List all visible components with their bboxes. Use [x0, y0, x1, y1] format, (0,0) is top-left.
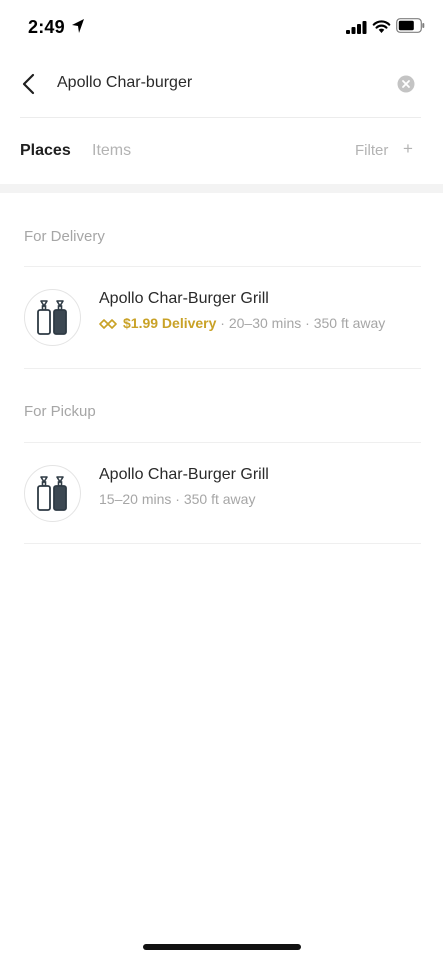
condiment-bottles-icon	[37, 300, 67, 335]
divider	[24, 368, 421, 369]
search-input[interactable]: Apollo Char-burger	[57, 74, 192, 92]
delivery-time: 20–30 mins	[228, 315, 302, 331]
pickup-result-row[interactable]: Apollo Char-Burger Grill 15–20 mins · 35…	[0, 465, 443, 541]
restaurant-logo	[24, 289, 81, 346]
delivery-fee-text: $1.99 Delivery	[123, 315, 217, 331]
status-time: 2:49	[28, 17, 65, 37]
section-spacer	[0, 184, 443, 193]
restaurant-name: Apollo Char-Burger Grill	[99, 290, 269, 307]
restaurant-name: Apollo Char-Burger Grill	[99, 466, 269, 483]
distance: 350 ft away	[183, 491, 256, 507]
location-arrow-icon	[72, 19, 84, 33]
wifi-icon	[372, 20, 391, 33]
divider	[24, 266, 421, 267]
delivery-tag-icon	[99, 319, 117, 329]
header-divider	[20, 117, 421, 118]
battery-icon	[396, 18, 425, 33]
meta-separator: ·	[305, 315, 310, 331]
restaurant-meta: 15–20 mins · 350 ft away	[99, 491, 255, 507]
clear-icon[interactable]	[397, 75, 415, 93]
section-title-delivery: For Delivery	[24, 228, 105, 245]
delivery-result-row[interactable]: Apollo Char-Burger Grill $1.99 Delivery …	[0, 289, 443, 365]
tab-items[interactable]: Items	[92, 142, 131, 160]
filter-plus-icon[interactable]: +	[403, 139, 413, 159]
section-title-pickup: For Pickup	[24, 403, 96, 420]
condiment-bottles-icon	[37, 476, 67, 511]
meta-separator: ·	[175, 491, 180, 507]
meta-separator: ·	[220, 315, 225, 331]
home-indicator[interactable]	[143, 944, 301, 950]
delivery-fee: $1.99 Delivery	[99, 315, 220, 331]
tab-places[interactable]: Places	[20, 142, 71, 160]
restaurant-meta: $1.99 Delivery · 20–30 mins · 350 ft awa…	[99, 315, 385, 331]
back-chevron-icon[interactable]	[20, 73, 38, 95]
restaurant-logo	[24, 465, 81, 522]
pickup-time: 15–20 mins	[99, 491, 172, 507]
filter-button[interactable]: Filter	[355, 142, 388, 159]
status-bar: 2:49	[0, 0, 443, 56]
signal-icon	[346, 21, 367, 34]
distance: 350 ft away	[313, 315, 386, 331]
divider	[24, 543, 421, 544]
divider	[24, 442, 421, 443]
